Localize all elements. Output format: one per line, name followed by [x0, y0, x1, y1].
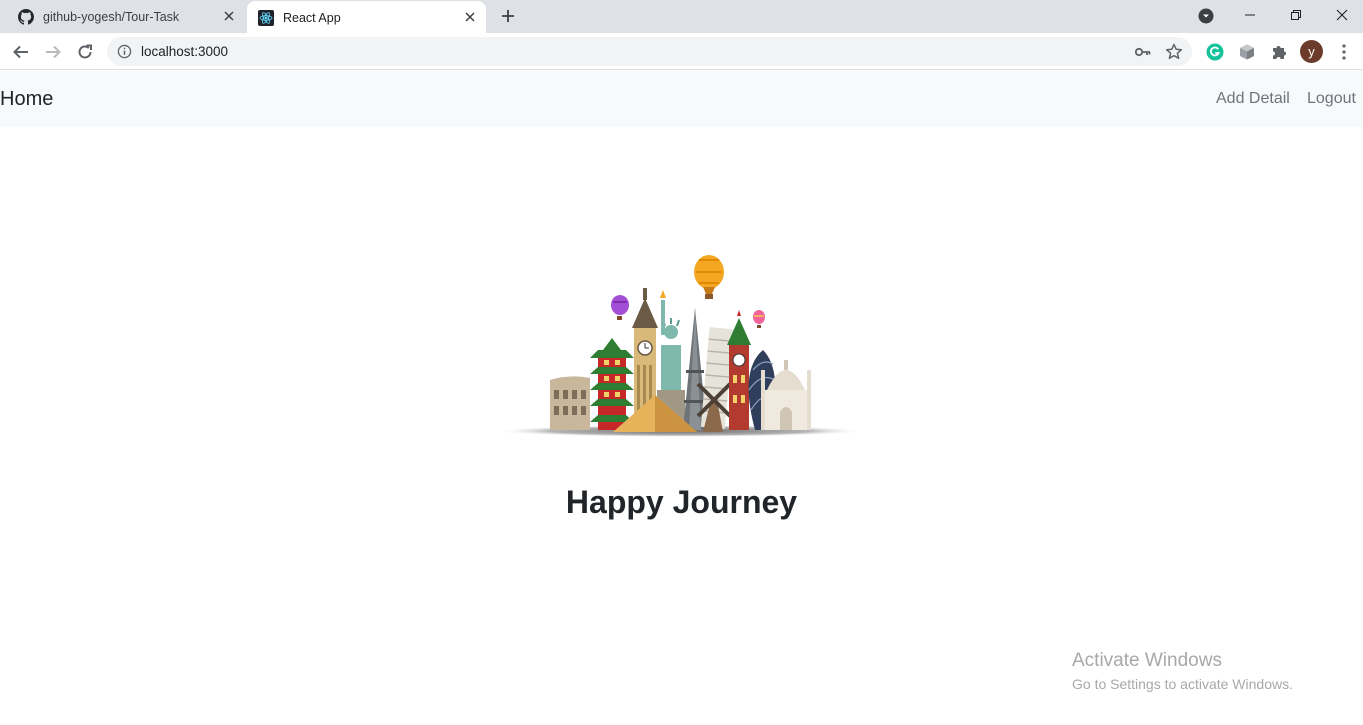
kebab-menu-icon [1342, 44, 1346, 60]
forward-button[interactable] [40, 39, 66, 65]
arrow-left-icon [13, 45, 28, 59]
watermark-subtitle: Go to Settings to activate Windows. [1072, 676, 1293, 692]
github-icon [18, 8, 34, 25]
key-icon[interactable] [1134, 43, 1152, 61]
close-tab-icon[interactable] [221, 8, 237, 24]
new-tab-button[interactable] [497, 5, 519, 27]
nav-link-add-detail[interactable]: Add Detail [1216, 90, 1290, 108]
page-headline: Happy Journey [565, 484, 798, 520]
grammarly-extension-icon[interactable] [1204, 41, 1226, 63]
tab-github[interactable]: github-yogesh/Tour-Task [0, 0, 245, 33]
minimize-icon [1245, 14, 1255, 16]
cube-extension-icon[interactable] [1236, 41, 1258, 63]
chevron-down-circle-icon [1198, 8, 1214, 24]
windows-activation-watermark: Activate Windows Go to Settings to activ… [1072, 650, 1293, 692]
kremlin-spasskaya-tower [727, 310, 751, 430]
url-text[interactable]: localhost:3000 [141, 44, 228, 59]
colosseum [550, 376, 590, 430]
restore-icon [1291, 10, 1301, 20]
tab-title: github-yogesh/Tour-Task [43, 9, 180, 24]
hot-air-balloon-pink [753, 310, 765, 328]
profile-avatar[interactable]: y [1300, 40, 1323, 63]
arrow-right-icon [46, 45, 61, 59]
nav-brand-home[interactable]: Home [0, 88, 53, 111]
reload-icon [78, 44, 92, 59]
address-bar[interactable]: localhost:3000 [107, 37, 1192, 66]
restore-button[interactable] [1273, 0, 1319, 30]
hot-air-balloon-purple [611, 295, 629, 320]
watermark-title: Activate Windows [1072, 650, 1222, 671]
close-window-button[interactable] [1319, 0, 1363, 30]
back-button[interactable] [8, 39, 34, 65]
nav-link-logout[interactable]: Logout [1307, 90, 1356, 108]
tab-react-app[interactable]: React App [247, 1, 486, 35]
tab-search-button[interactable] [1196, 6, 1216, 26]
close-icon [1336, 9, 1348, 21]
close-tab-icon[interactable] [462, 9, 478, 25]
info-icon[interactable] [117, 44, 132, 59]
browser-menu-button[interactable] [1334, 41, 1354, 63]
browser-tab-strip: github-yogesh/Tour-Task React App [0, 0, 1363, 35]
world-landmarks-illustration [495, 250, 865, 440]
extensions-puzzle-icon[interactable] [1268, 41, 1290, 63]
react-icon [258, 10, 274, 26]
hot-air-balloon-large [694, 255, 724, 299]
plus-icon [502, 10, 514, 22]
browser-toolbar: localhost:3000 y [0, 34, 1363, 70]
reload-button[interactable] [72, 39, 98, 65]
tab-title: React App [283, 11, 341, 25]
minimize-button[interactable] [1227, 0, 1273, 30]
star-icon[interactable] [1164, 42, 1184, 62]
site-navbar: Home Add Detail Logout [0, 71, 1363, 127]
pagoda [590, 338, 634, 430]
